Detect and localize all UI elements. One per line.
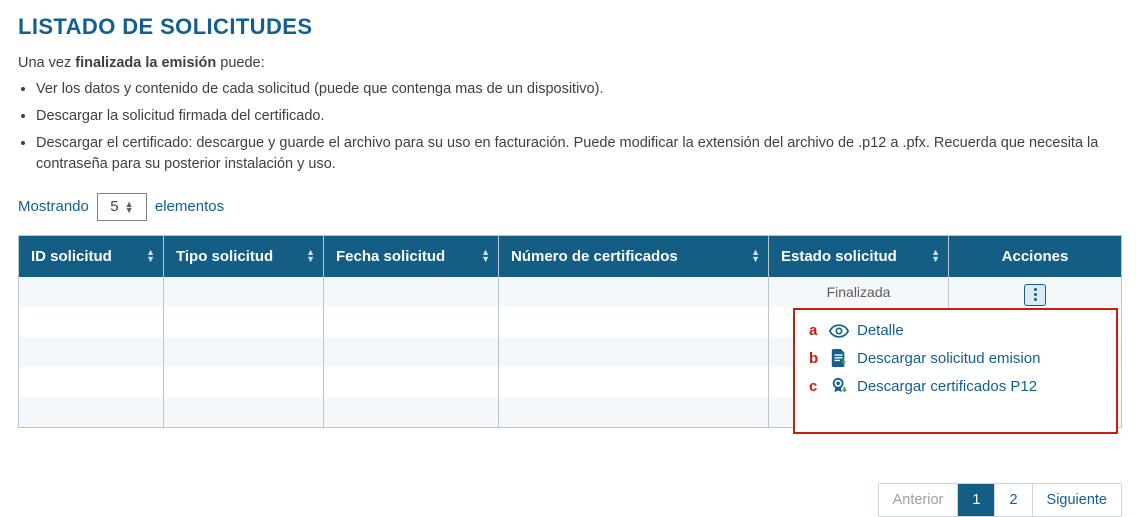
cell-acciones [949, 277, 1122, 307]
cell-numero [499, 277, 769, 307]
pagination: Anterior 1 2 Siguiente [878, 483, 1122, 517]
cell-id [19, 307, 164, 337]
intro-bullets: Ver los datos y contenido de cada solici… [36, 79, 1122, 175]
eye-icon [829, 324, 849, 338]
intro-suffix: puede: [216, 55, 264, 71]
col-label: Acciones [1002, 248, 1069, 265]
intro-prefix: Una vez [18, 55, 75, 71]
cell-numero [499, 367, 769, 397]
page-title: LISTADO DE SOLICITUDES [18, 14, 1122, 40]
length-prefix: Mostrando [18, 198, 89, 215]
page-2[interactable]: 2 [995, 484, 1032, 516]
callout-letter: a [809, 322, 821, 339]
action-descargar-solicitud[interactable]: b Descargar solicitud emision [809, 349, 1108, 367]
callout-letter: b [809, 350, 821, 367]
intro-bold: finalizada la emisión [75, 55, 216, 71]
select-caret-icon: ▲▼ [125, 201, 134, 213]
col-acciones: Acciones [949, 235, 1122, 277]
cell-numero [499, 397, 769, 428]
cell-tipo [164, 397, 324, 428]
bullet-item: Descargar la solicitud firmada del certi… [36, 106, 1122, 127]
sort-icon: ▲▼ [751, 249, 760, 263]
action-descargar-certificados[interactable]: c Descargar certificados P12 [809, 377, 1108, 395]
cell-fecha [324, 307, 499, 337]
cell-tipo [164, 277, 324, 307]
actions-dropdown: a Detalle b Descargar solicitud emision … [793, 308, 1118, 434]
cell-tipo [164, 367, 324, 397]
col-numero-certificados[interactable]: Número de certificados ▲▼ [499, 235, 769, 277]
callout-letter: c [809, 378, 821, 395]
sort-icon: ▲▼ [931, 249, 940, 263]
page-length-control: Mostrando 5 ▲▼ elementos [18, 193, 1122, 221]
col-label: Tipo solicitud [176, 248, 273, 265]
cell-id [19, 367, 164, 397]
action-label: Detalle [857, 322, 904, 339]
cell-tipo [164, 337, 324, 367]
col-tipo-solicitud[interactable]: Tipo solicitud ▲▼ [164, 235, 324, 277]
bullet-item: Descargar el certificado: descargue y gu… [36, 133, 1122, 175]
col-label: Fecha solicitud [336, 248, 445, 265]
length-value: 5 [110, 198, 118, 215]
page-prev[interactable]: Anterior [879, 484, 959, 516]
cell-fecha [324, 337, 499, 367]
table-row: Finalizada [19, 277, 1122, 307]
col-estado-solicitud[interactable]: Estado solicitud ▲▼ [769, 235, 949, 277]
cell-fecha [324, 367, 499, 397]
sort-icon: ▲▼ [306, 249, 315, 263]
cell-fecha [324, 277, 499, 307]
col-fecha-solicitud[interactable]: Fecha solicitud ▲▼ [324, 235, 499, 277]
col-label: ID solicitud [31, 248, 112, 265]
cell-id [19, 397, 164, 428]
cell-estado: Finalizada [769, 277, 949, 307]
bullet-item: Ver los datos y contenido de cada solici… [36, 79, 1122, 100]
col-label: Número de certificados [511, 248, 678, 265]
col-id-solicitud[interactable]: ID solicitud ▲▼ [19, 235, 164, 277]
page-1[interactable]: 1 [958, 484, 995, 516]
cell-numero [499, 307, 769, 337]
cell-id [19, 277, 164, 307]
file-download-icon [829, 349, 849, 367]
sort-icon: ▲▼ [481, 249, 490, 263]
length-suffix: elementos [155, 198, 224, 215]
col-label: Estado solicitud [781, 248, 897, 265]
certificate-download-icon [829, 377, 849, 395]
page-next[interactable]: Siguiente [1033, 484, 1121, 516]
action-detalle[interactable]: a Detalle [809, 322, 1108, 339]
cell-numero [499, 337, 769, 367]
length-select[interactable]: 5 ▲▼ [97, 193, 147, 221]
cell-tipo [164, 307, 324, 337]
cell-fecha [324, 397, 499, 428]
cell-id [19, 337, 164, 367]
intro-text: Una vez finalizada la emisión puede: [18, 55, 1122, 71]
kebab-icon [1030, 288, 1040, 301]
action-label: Descargar solicitud emision [857, 350, 1040, 367]
actions-button[interactable] [1025, 285, 1045, 305]
action-label: Descargar certificados P12 [857, 378, 1037, 395]
sort-icon: ▲▼ [146, 249, 155, 263]
